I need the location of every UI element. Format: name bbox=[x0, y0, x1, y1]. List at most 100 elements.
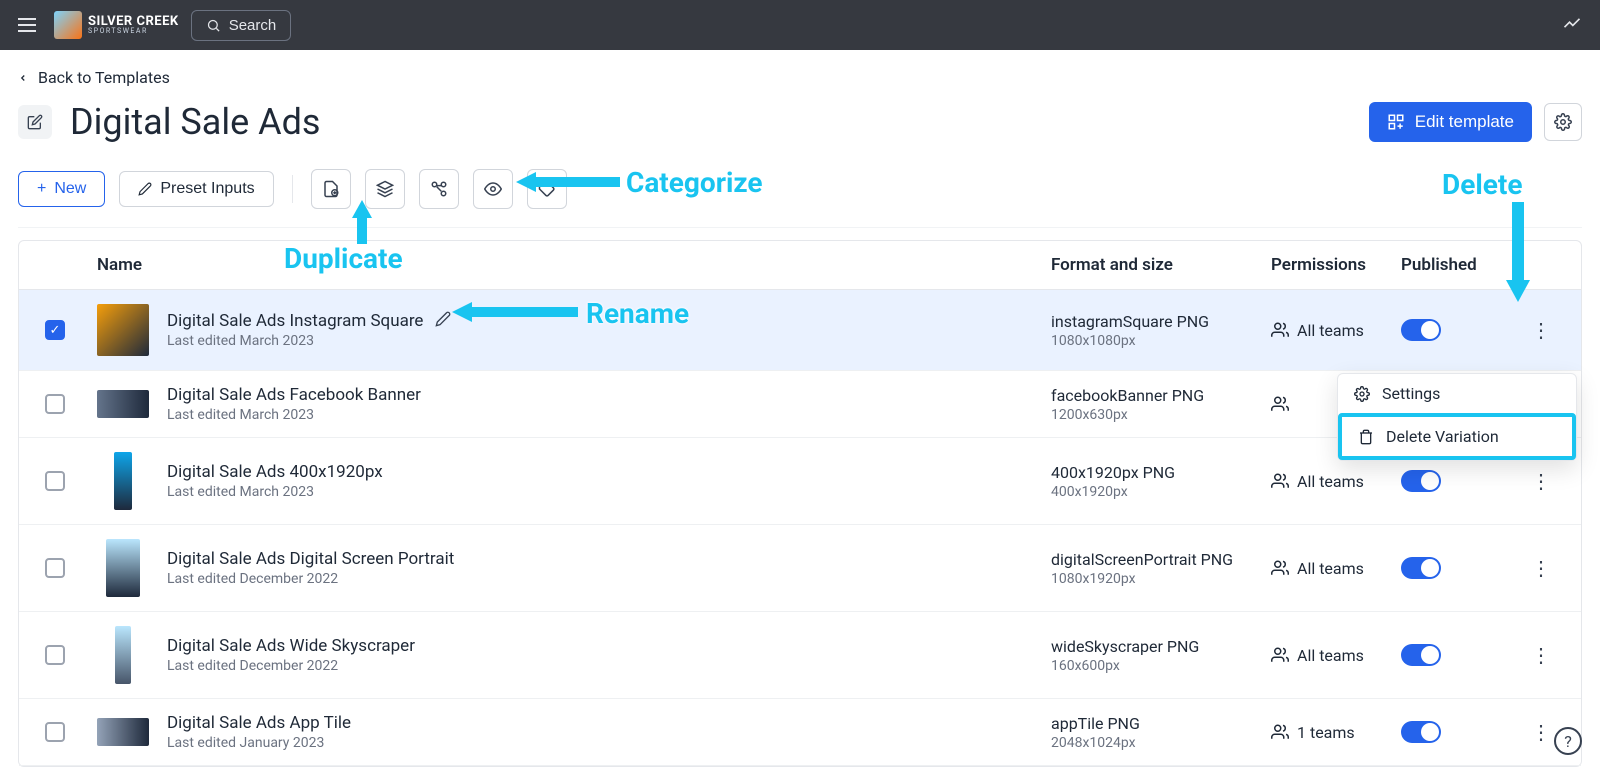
toolbar: + New Preset Inputs bbox=[18, 169, 1582, 228]
row-format: 400x1920px PNG bbox=[1051, 463, 1271, 482]
row-menu-button[interactable]: ⋮ bbox=[1511, 643, 1571, 667]
row-thumbnail bbox=[97, 718, 149, 746]
toolbar-divider bbox=[292, 175, 293, 203]
categorize-button[interactable] bbox=[527, 169, 567, 209]
row-format: appTile PNG bbox=[1051, 714, 1271, 733]
users-icon bbox=[1271, 723, 1289, 741]
edit-template-button[interactable]: Edit template bbox=[1369, 102, 1532, 142]
edit-template-label: Edit template bbox=[1415, 112, 1514, 132]
menu-delete-label: Delete Variation bbox=[1386, 427, 1499, 446]
row-name: Digital Sale Ads Digital Screen Portrait bbox=[167, 549, 454, 569]
row-format: facebookBanner PNG bbox=[1051, 386, 1271, 405]
search-icon bbox=[206, 18, 221, 33]
rename-row-button[interactable] bbox=[435, 311, 451, 331]
row-thumbnail bbox=[106, 539, 140, 597]
template-settings-button[interactable] bbox=[1544, 103, 1582, 141]
duplicate-button[interactable] bbox=[365, 169, 405, 209]
layers-icon bbox=[376, 180, 394, 198]
row-edited: Last edited December 2022 bbox=[167, 571, 454, 587]
menu-settings[interactable]: Settings bbox=[1338, 374, 1576, 413]
col-name: Name bbox=[89, 255, 1051, 275]
row-checkbox[interactable] bbox=[45, 722, 65, 742]
pencil-icon bbox=[435, 311, 451, 327]
brand-logo-text: SILVER CREEK SPORTSWEAR bbox=[88, 15, 179, 35]
row-name: Digital Sale Ads Wide Skyscraper bbox=[167, 636, 415, 656]
row-size: 1080x1080px bbox=[1051, 333, 1271, 349]
rename-template-button[interactable] bbox=[18, 105, 52, 139]
table-row[interactable]: Digital Sale Ads Wide SkyscraperLast edi… bbox=[19, 612, 1581, 699]
published-toggle[interactable] bbox=[1401, 644, 1441, 666]
row-thumbnail bbox=[97, 390, 149, 418]
menu-icon[interactable] bbox=[12, 12, 42, 38]
help-button[interactable]: ? bbox=[1554, 727, 1582, 755]
row-checkbox[interactable] bbox=[45, 394, 65, 414]
row-thumbnail bbox=[115, 626, 131, 684]
row-checkbox[interactable] bbox=[45, 558, 65, 578]
menu-delete-variation[interactable]: Delete Variation bbox=[1342, 417, 1572, 456]
users-icon bbox=[1271, 395, 1289, 413]
table-row[interactable]: Digital Sale Ads Digital Screen Portrait… bbox=[19, 525, 1581, 612]
published-toggle[interactable] bbox=[1401, 557, 1441, 579]
row-permissions: All teams bbox=[1271, 646, 1401, 665]
topbar: SILVER CREEK SPORTSWEAR Search bbox=[0, 0, 1600, 50]
share-button[interactable] bbox=[419, 169, 459, 209]
row-size: 1200x630px bbox=[1051, 407, 1271, 423]
plus-icon: + bbox=[37, 180, 46, 198]
search-button[interactable]: Search bbox=[191, 10, 292, 41]
pencil-icon bbox=[138, 182, 152, 196]
trash-icon bbox=[1358, 429, 1374, 445]
table-header: Name Format and size Permissions Publish… bbox=[19, 241, 1581, 290]
published-toggle[interactable] bbox=[1401, 319, 1441, 341]
row-edited: Last edited January 2023 bbox=[167, 735, 351, 751]
row-thumbnail bbox=[114, 452, 132, 510]
preset-inputs-label: Preset Inputs bbox=[160, 180, 254, 198]
row-name: Digital Sale Ads 400x1920px bbox=[167, 462, 383, 482]
published-toggle[interactable] bbox=[1401, 470, 1441, 492]
export-button[interactable] bbox=[311, 169, 351, 209]
permission-text: All teams bbox=[1297, 321, 1364, 340]
row-edited: Last edited March 2023 bbox=[167, 484, 383, 500]
row-format: wideSkyscraper PNG bbox=[1051, 637, 1271, 656]
row-size: 160x600px bbox=[1051, 658, 1271, 674]
chevron-left-icon bbox=[18, 71, 28, 85]
row-context-menu: Settings Delete Variation bbox=[1337, 373, 1577, 461]
back-link[interactable]: Back to Templates bbox=[18, 68, 1582, 87]
new-button[interactable]: + New bbox=[18, 171, 105, 207]
export-icon bbox=[322, 180, 340, 198]
row-size: 400x1920px bbox=[1051, 484, 1271, 500]
gear-icon bbox=[1554, 113, 1572, 131]
analytics-icon[interactable] bbox=[1562, 13, 1588, 37]
row-menu-button[interactable]: ⋮ bbox=[1511, 318, 1571, 342]
row-checkbox[interactable] bbox=[45, 471, 65, 491]
row-format: digitalScreenPortrait PNG bbox=[1051, 550, 1271, 569]
row-name: Digital Sale Ads App Tile bbox=[167, 713, 351, 733]
permission-text: 1 teams bbox=[1297, 723, 1355, 742]
row-checkbox[interactable] bbox=[45, 320, 65, 340]
row-edited: Last edited March 2023 bbox=[167, 407, 421, 423]
row-menu-button[interactable]: ⋮ bbox=[1511, 556, 1571, 580]
preview-button[interactable] bbox=[473, 169, 513, 209]
row-name: Digital Sale Ads Instagram Square bbox=[167, 311, 423, 331]
row-size: 1080x1920px bbox=[1051, 571, 1271, 587]
menu-settings-label: Settings bbox=[1382, 384, 1440, 403]
row-edited: Last edited March 2023 bbox=[167, 333, 451, 349]
brand-logo[interactable]: SILVER CREEK SPORTSWEAR bbox=[54, 11, 179, 39]
users-icon bbox=[1271, 646, 1289, 664]
page-title: Digital Sale Ads bbox=[70, 101, 321, 143]
share-icon bbox=[430, 180, 448, 198]
table-row[interactable]: Digital Sale Ads Instagram Square Last ed… bbox=[19, 290, 1581, 371]
published-toggle[interactable] bbox=[1401, 721, 1441, 743]
row-permissions: 1 teams bbox=[1271, 723, 1401, 742]
preset-inputs-button[interactable]: Preset Inputs bbox=[119, 171, 273, 207]
permission-text: All teams bbox=[1297, 559, 1364, 578]
users-icon bbox=[1271, 472, 1289, 490]
row-thumbnail bbox=[97, 304, 149, 356]
tag-icon bbox=[538, 180, 556, 198]
permission-text: All teams bbox=[1297, 646, 1364, 665]
col-permissions: Permissions bbox=[1271, 255, 1401, 275]
row-checkbox[interactable] bbox=[45, 645, 65, 665]
row-menu-button[interactable]: ⋮ bbox=[1511, 469, 1571, 493]
template-icon bbox=[1387, 113, 1405, 131]
table-row[interactable]: Digital Sale Ads App Tile Last edited Jan… bbox=[19, 699, 1581, 766]
back-link-text: Back to Templates bbox=[38, 68, 170, 87]
